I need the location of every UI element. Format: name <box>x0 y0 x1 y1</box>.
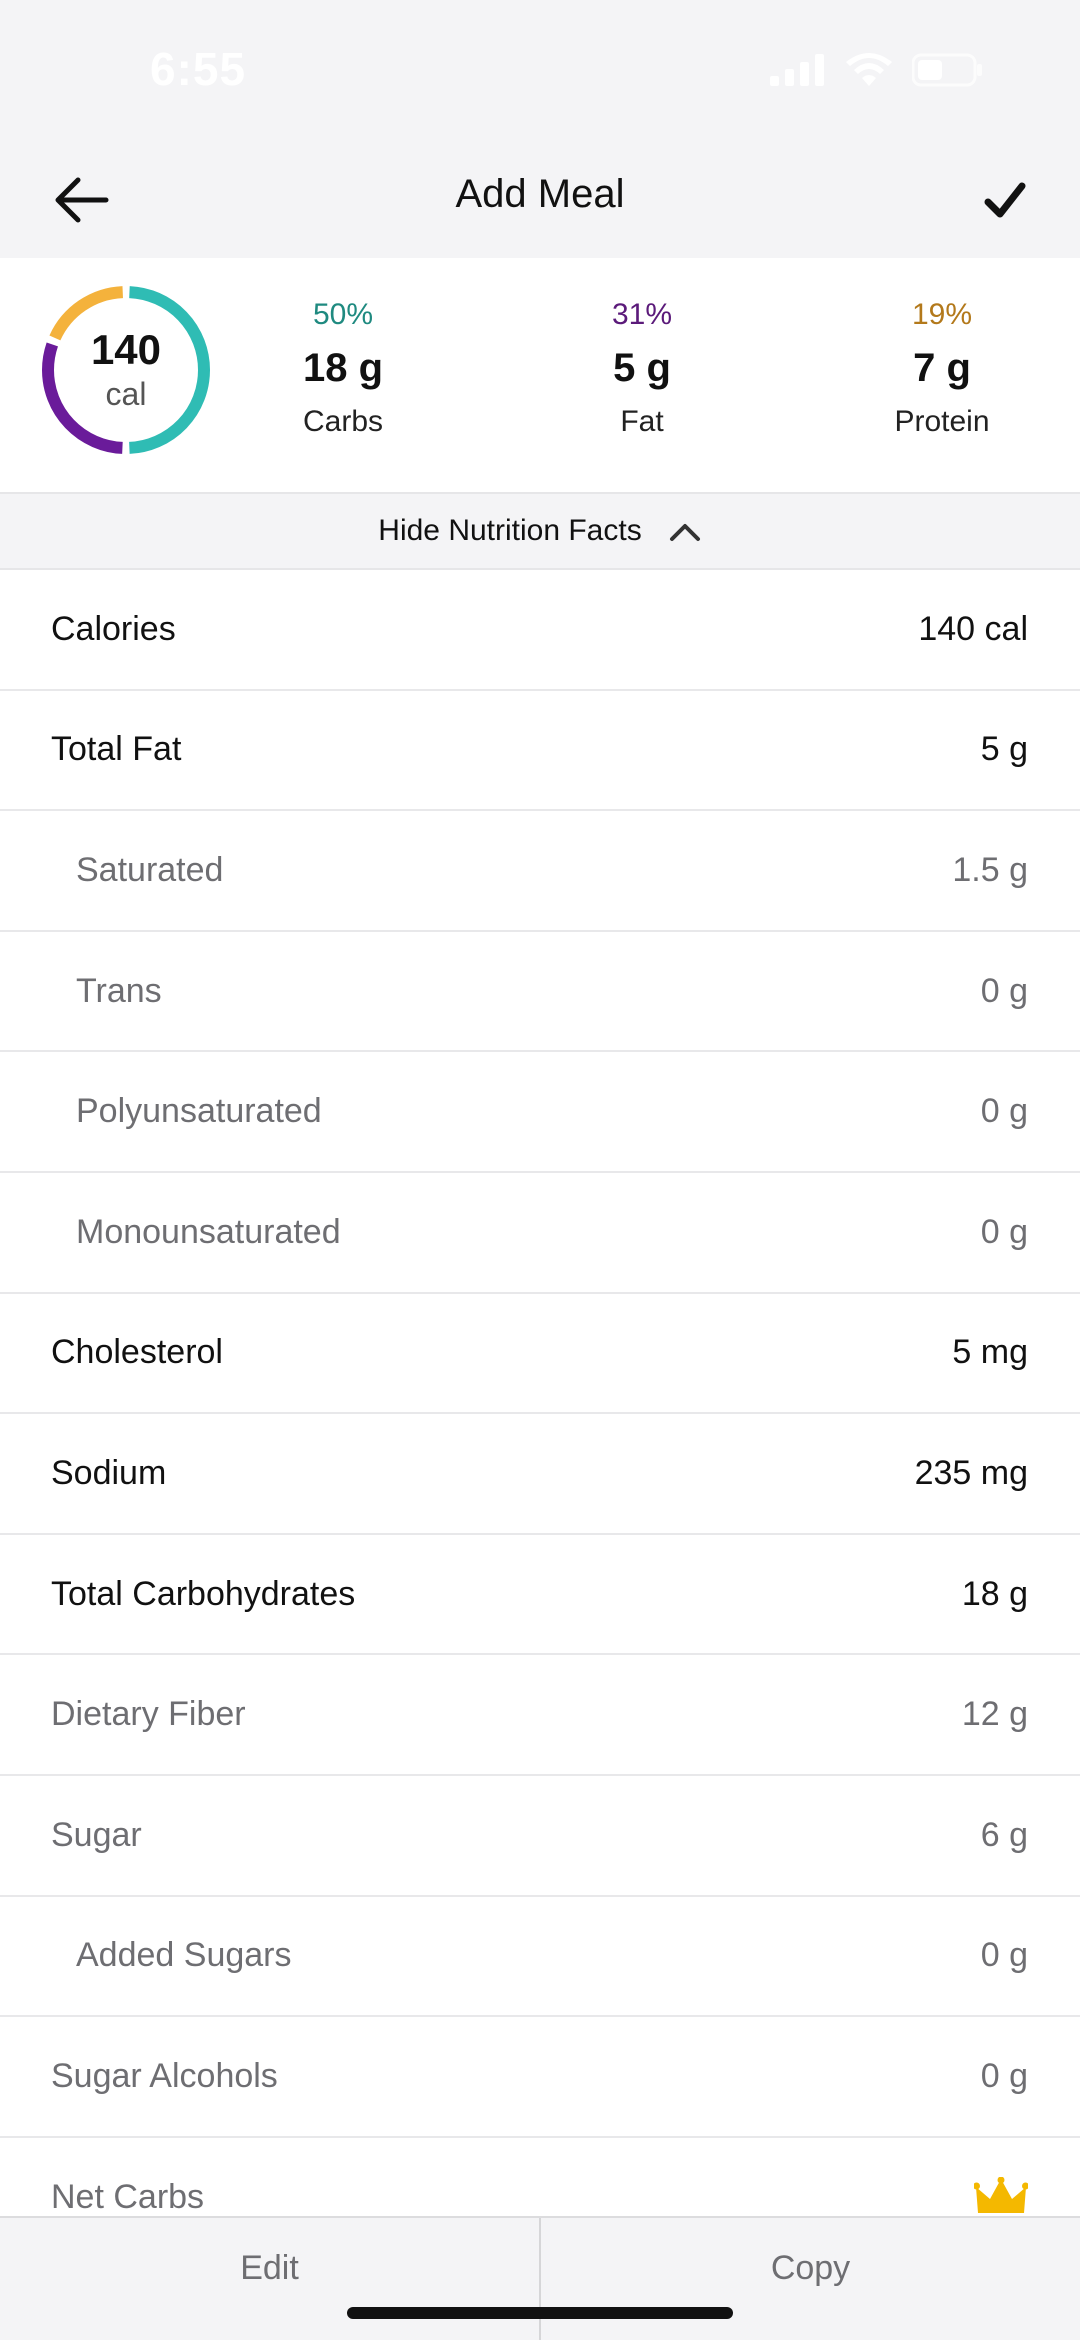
nutrition-label: Calories <box>51 609 176 648</box>
nutrition-value: 0 g <box>980 1212 1028 1251</box>
status-bar: 6:55 <box>0 0 1080 140</box>
toggle-label: Hide Nutrition Facts <box>378 514 642 547</box>
page-title: Add Meal <box>455 172 625 216</box>
copy-button[interactable]: Copy <box>541 2218 1080 2340</box>
nutrition-value: 12 g <box>961 1695 1028 1734</box>
nutrition-value: 0 g <box>980 971 1028 1010</box>
nutrition-row-monounsaturated: Monounsaturated 0 g <box>0 1173 1080 1294</box>
nutrition-value: 5 g <box>980 730 1028 769</box>
nutrition-label: Net Carbs <box>51 2177 205 2216</box>
battery-icon <box>912 53 982 87</box>
calories-total: 140 <box>90 326 162 373</box>
carbs-percent: 50% <box>312 298 374 331</box>
edit-button[interactable]: Edit <box>0 2218 539 2340</box>
nutrition-row-cholesterol: Cholesterol 5 mg <box>0 1294 1080 1415</box>
nutrition-label: Total Fat <box>51 730 182 769</box>
carbs-grams: 18 g <box>302 346 384 390</box>
nutrition-facts-list: Calories 140 cal Total Fat 5 g Saturated… <box>0 570 1080 2259</box>
chevron-up-icon <box>669 524 700 541</box>
nutrition-value: 1.5 g <box>952 850 1028 889</box>
protein-grams: 7 g <box>913 346 971 390</box>
nutrition-row-polyunsaturated: Polyunsaturated 0 g <box>0 1052 1080 1173</box>
nutrition-row-calories: Calories 140 cal <box>0 570 1080 691</box>
nutrition-value: 0 g <box>980 1936 1028 1975</box>
nutrition-value: 5 mg <box>952 1333 1028 1372</box>
nutrition-value: 140 cal <box>918 609 1028 648</box>
hide-nutrition-facts-toggle[interactable]: Hide Nutrition Facts <box>0 494 1080 570</box>
checkmark-icon <box>984 182 1026 218</box>
nutrition-label: Trans <box>76 971 162 1010</box>
add-meal-screen: 6:55 Add Meal 140 cal 50% 18 g Carbs 31%… <box>0 0 1080 2340</box>
wifi-icon <box>846 53 892 86</box>
confirm-button[interactable] <box>972 166 1040 234</box>
nutrition-value: 6 g <box>980 1815 1028 1854</box>
nutrition-label: Dietary Fiber <box>51 1695 246 1734</box>
nutrition-row-trans: Trans 0 g <box>0 932 1080 1053</box>
nutrition-row-added-sugars: Added Sugars 0 g <box>0 1897 1080 2018</box>
nutrition-label: Sugar Alcohols <box>51 2056 278 2095</box>
app-header: Add Meal <box>0 140 1080 258</box>
carbs-label: Carbs <box>302 405 384 438</box>
status-icons <box>770 52 984 88</box>
crown-icon <box>974 2177 1028 2214</box>
home-indicator <box>347 2307 733 2319</box>
nutrition-value: 18 g <box>961 1574 1028 1613</box>
macro-protein: 19% 7 g Protein <box>842 298 1042 439</box>
nutrition-label: Sugar <box>51 1815 142 1854</box>
nutrition-row-sugar: Sugar 6 g <box>0 1776 1080 1897</box>
nutrition-label: Added Sugars <box>76 1936 292 1975</box>
fat-grams: 5 g <box>613 346 671 390</box>
protein-label: Protein <box>894 405 990 438</box>
cellular-signal-icon <box>770 54 824 86</box>
nutrition-row-dietary-fiber: Dietary Fiber 12 g <box>0 1655 1080 1776</box>
macro-fat: 31% 5 g Fat <box>542 298 742 439</box>
nutrition-label: Cholesterol <box>51 1333 223 1372</box>
nutrition-label: Monounsaturated <box>76 1212 341 1251</box>
nutrition-label: Polyunsaturated <box>76 1092 322 1131</box>
nutrition-value: 0 g <box>980 1092 1028 1131</box>
macro-carbs: 50% 18 g Carbs <box>243 298 443 439</box>
macro-summary: 140 cal 50% 18 g Carbs 31% 5 g Fat 19% 7… <box>0 258 1080 494</box>
nutrition-row-sugar-alcohols: Sugar Alcohols 0 g <box>0 2017 1080 2138</box>
protein-percent: 19% <box>911 298 973 331</box>
nutrition-value: 0 g <box>980 2056 1028 2095</box>
nutrition-label: Sodium <box>51 1453 167 1492</box>
nutrition-row-sodium: Sodium 235 mg <box>0 1414 1080 1535</box>
nutrition-label: Total Carbohydrates <box>51 1574 356 1613</box>
status-time: 6:55 <box>150 43 247 95</box>
fat-label: Fat <box>620 405 664 438</box>
nutrition-label: Saturated <box>76 850 224 889</box>
calories-unit: cal <box>105 376 147 412</box>
fat-percent: 31% <box>611 298 673 331</box>
nutrition-row-total-fat: Total Fat 5 g <box>0 691 1080 812</box>
nutrition-value: 235 mg <box>914 1453 1028 1492</box>
bottom-action-bar: Edit Copy <box>0 2216 1080 2340</box>
nutrition-row-saturated: Saturated 1.5 g <box>0 811 1080 932</box>
nutrition-row-total-carbohydrates: Total Carbohydrates 18 g <box>0 1535 1080 1656</box>
